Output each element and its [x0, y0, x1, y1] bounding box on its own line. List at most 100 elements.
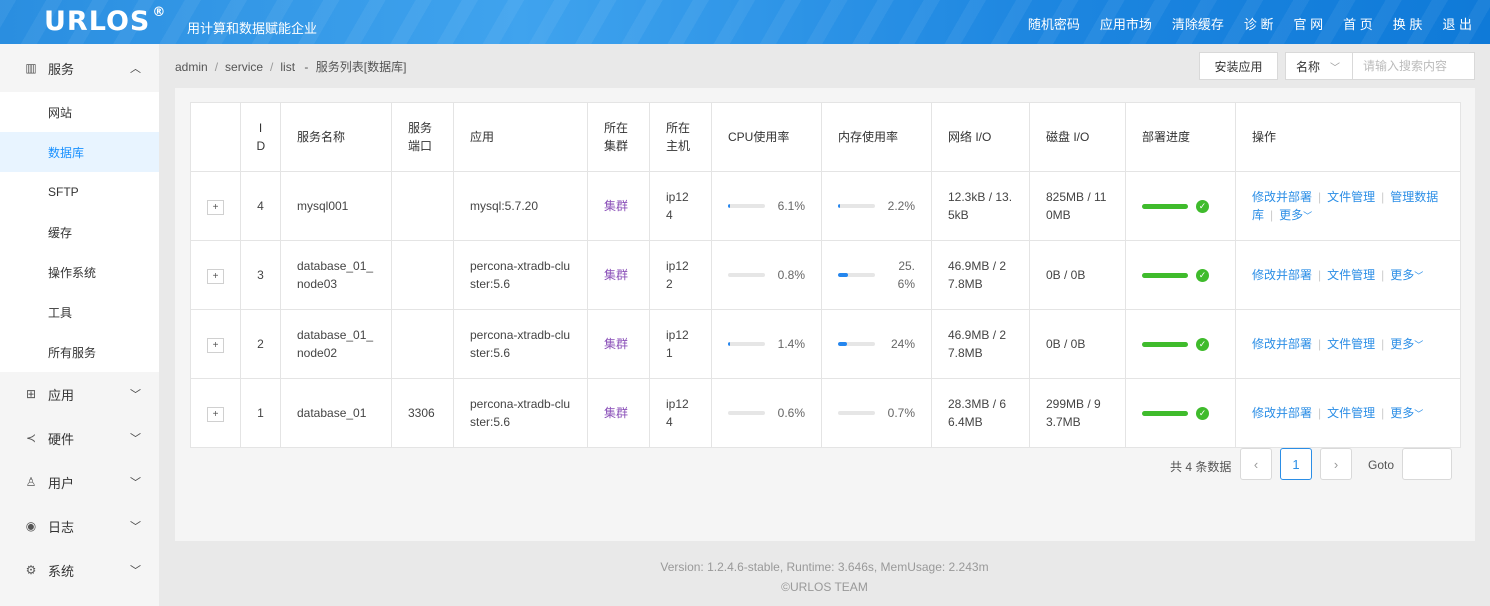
- cluster-link[interactable]: 集群: [604, 337, 628, 351]
- chevron-down-icon: ﹀: [130, 565, 141, 577]
- action-link[interactable]: 修改并部署: [1252, 190, 1312, 204]
- nav-clear-cache[interactable]: 清除缓存: [1172, 14, 1224, 33]
- action-link[interactable]: 修改并部署: [1252, 268, 1312, 282]
- sidebar-item-website[interactable]: 网站: [0, 92, 159, 132]
- action-link[interactable]: 修改并部署: [1252, 337, 1312, 351]
- main-content: admin / service / list - 服务列表[数据库] 安装应用 名称 ﹀…: [159, 44, 1490, 606]
- expand-row-button[interactable]: +: [207, 269, 224, 284]
- more-actions-link[interactable]: 更多: [1390, 268, 1414, 282]
- col-actions: 操作: [1235, 102, 1461, 172]
- expand-row-button[interactable]: +: [207, 338, 224, 353]
- col-cpu: CPU使用率: [711, 102, 822, 172]
- sidebar-item-sftp[interactable]: SFTP: [0, 172, 159, 212]
- action-link[interactable]: 文件管理: [1327, 337, 1375, 351]
- page-1-button[interactable]: 1: [1280, 448, 1312, 480]
- expand-row-button[interactable]: +: [207, 407, 224, 422]
- sidebar-group-label: 硬件: [48, 431, 75, 447]
- breadcrumb-admin[interactable]: admin: [175, 60, 208, 74]
- cpu-usage-value: 6.1%: [777, 199, 805, 213]
- nav-random-password[interactable]: 随机密码: [1028, 14, 1080, 33]
- goto-page-input[interactable]: [1402, 448, 1452, 480]
- action-separator: |: [1381, 267, 1385, 282]
- disk-io-cell: 299MB / 93.7MB: [1029, 378, 1126, 448]
- nav-diagnose[interactable]: 诊 断: [1244, 14, 1274, 33]
- table-header-row: I D 服务名称 服务端口 应用 所在集群 所在主机 CPU使用率 内存使用率 …: [190, 102, 1461, 172]
- gear-icon: ⚙: [25, 563, 37, 577]
- cpu-cell: 1.4%: [711, 309, 822, 379]
- id-cell: 1: [240, 378, 281, 448]
- footer: Version: 1.2.4.6-stable, Runtime: 3.646s…: [159, 557, 1490, 597]
- action-link[interactable]: 修改并部署: [1252, 406, 1312, 420]
- id-cell: 2: [240, 309, 281, 379]
- col-disk-io: 磁盘 I/O: [1029, 102, 1126, 172]
- cluster-link[interactable]: 集群: [604, 406, 628, 420]
- cluster-link[interactable]: 集群: [604, 268, 628, 282]
- install-app-button[interactable]: 安装应用: [1199, 52, 1278, 80]
- action-link[interactable]: 文件管理: [1327, 268, 1375, 282]
- host-value: ip124: [666, 397, 689, 429]
- sidebar-group-logs[interactable]: ◉ 日志 ﹀: [0, 504, 159, 548]
- breadcrumb-separator: -: [304, 60, 309, 74]
- more-actions-link[interactable]: 更多: [1390, 406, 1414, 420]
- sidebar-group-apps[interactable]: ⊞ 应用 ﹀: [0, 372, 159, 416]
- sidebar-item-database[interactable]: 数据库: [0, 132, 159, 172]
- sidebar-group-service[interactable]: ▥ 服务 ︿: [0, 44, 159, 92]
- action-link[interactable]: 文件管理: [1327, 190, 1375, 204]
- search-field-value: 名称: [1296, 59, 1321, 74]
- action-separator: |: [1318, 405, 1322, 420]
- app-cell: percona-xtradb-cluster:5.6: [453, 240, 588, 310]
- action-separator: |: [1318, 189, 1322, 204]
- table-row: +2 database_01_node02 percona-xtradb-clust…: [190, 309, 1461, 379]
- memory-usage-bar: [838, 342, 876, 346]
- col-app: 应用: [453, 102, 588, 172]
- sidebar-group-system[interactable]: ⚙ 系统 ﹀: [0, 548, 159, 592]
- nav-home[interactable]: 首 页: [1343, 14, 1373, 33]
- sidebar-item-os[interactable]: 操作系统: [0, 252, 159, 292]
- footer-copyright: ©URLOS TEAM: [781, 580, 868, 594]
- disk-io-cell: 0B / 0B: [1029, 240, 1126, 310]
- sidebar-group-label: 用户: [48, 475, 75, 491]
- col-memory: 内存使用率: [821, 102, 932, 172]
- id-cell: 4: [240, 171, 281, 241]
- sidebar-item-cache[interactable]: 缓存: [0, 212, 159, 252]
- memory-cell: 2.2%: [821, 171, 932, 241]
- next-page-button[interactable]: ›: [1320, 448, 1352, 480]
- expand-row-button[interactable]: +: [207, 200, 224, 215]
- app-cell: mysql:5.7.20: [453, 171, 588, 241]
- top-header: URLOS ® 用计算和数据赋能企业 随机密码 应用市场 清除缓存 诊 断 官 网…: [0, 0, 1490, 44]
- table-row: +3 database_01_node03 percona-xtradb-clust…: [190, 240, 1461, 310]
- breadcrumb-service[interactable]: service: [225, 60, 263, 74]
- sidebar-group-hardware[interactable]: ≺ 硬件 ﹀: [0, 416, 159, 460]
- cluster-cell: 集群: [587, 378, 650, 448]
- chevron-down-icon: ﹀: [130, 389, 141, 401]
- action-separator: |: [1318, 336, 1322, 351]
- action-link[interactable]: 文件管理: [1327, 406, 1375, 420]
- nav-logout[interactable]: 退 出: [1442, 14, 1472, 33]
- col-expand: [190, 102, 241, 172]
- network-io-cell: 12.3kB / 13.5kB: [931, 171, 1030, 241]
- cpu-usage-fill: [728, 204, 731, 208]
- breadcrumb-list[interactable]: list: [280, 60, 295, 74]
- more-actions-link[interactable]: 更多: [1279, 208, 1303, 222]
- cluster-link[interactable]: 集群: [604, 199, 628, 213]
- nav-official-site[interactable]: 官 网: [1294, 14, 1324, 33]
- search-field-select[interactable]: 名称 ﹀: [1285, 52, 1352, 80]
- prev-page-button[interactable]: ‹: [1240, 448, 1272, 480]
- urlos-logo[interactable]: URLOS ®: [44, 5, 166, 37]
- grid-icon: ⊞: [25, 387, 37, 401]
- total-count: 共 4 条数据: [1170, 460, 1232, 474]
- check-circle-icon: ✓: [1196, 199, 1209, 213]
- cpu-usage-fill: [728, 342, 731, 346]
- search-input[interactable]: [1352, 52, 1475, 80]
- sidebar-item-tools[interactable]: 工具: [0, 292, 159, 332]
- sidebar-item-all-services[interactable]: 所有服务: [0, 332, 159, 372]
- check-circle-icon: ✓: [1196, 406, 1209, 420]
- expand-cell: +: [190, 378, 241, 448]
- more-actions-link[interactable]: 更多: [1390, 337, 1414, 351]
- sidebar-group-users[interactable]: ♙ 用户 ﹀: [0, 460, 159, 504]
- memory-usage-fill: [838, 342, 847, 346]
- cpu-usage-value: 1.4%: [777, 337, 805, 351]
- cpu-cell: 0.6%: [711, 378, 822, 448]
- nav-skin[interactable]: 换 肤: [1393, 14, 1423, 33]
- nav-app-market[interactable]: 应用市场: [1100, 14, 1152, 33]
